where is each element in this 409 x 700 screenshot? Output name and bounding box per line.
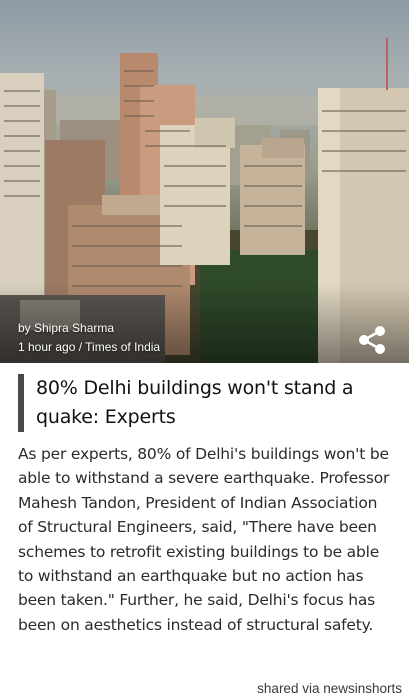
headline: 80% Delhi buildings won't stand a quake:… <box>36 377 354 428</box>
share-icon <box>359 326 385 354</box>
article-image: by Shipra Sharma 1 hour ago / Times of I… <box>0 0 409 363</box>
timestamp-source: 1 hour ago / Times of India <box>18 340 161 354</box>
headline-block: 80% Delhi buildings won't stand a quake:… <box>18 374 392 432</box>
share-button[interactable] <box>356 325 388 355</box>
article-body: As per experts, 80% of Delhi's buildings… <box>18 445 390 634</box>
author: by Shipra Sharma <box>18 321 115 335</box>
shared-via-footer: shared via newsinshorts <box>257 681 402 696</box>
